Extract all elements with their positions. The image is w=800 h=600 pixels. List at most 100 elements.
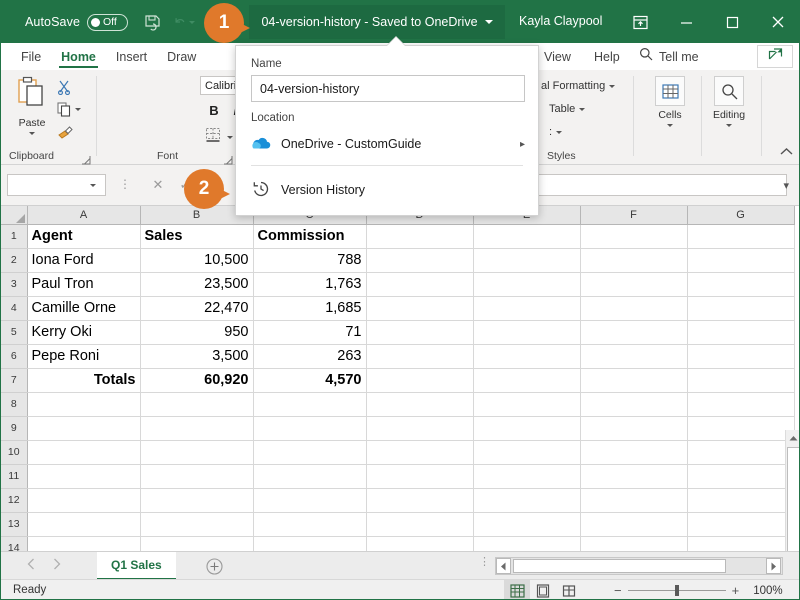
page-layout-icon[interactable] xyxy=(530,580,556,599)
plus-circle-icon[interactable] xyxy=(206,558,223,580)
cell-A10[interactable] xyxy=(27,440,141,465)
cell-F1[interactable] xyxy=(580,224,688,249)
hscroll-left-icon[interactable] xyxy=(496,558,511,574)
tab-home[interactable]: Home xyxy=(51,43,106,70)
cell-D6[interactable] xyxy=(366,344,474,369)
zoom-slider[interactable] xyxy=(627,585,726,596)
cell-G1[interactable] xyxy=(687,224,795,249)
hscroll-right-icon[interactable] xyxy=(766,558,781,574)
autosave-toggle[interactable]: Off xyxy=(87,13,129,31)
maximize-icon[interactable] xyxy=(709,1,755,43)
cell-B1[interactable]: Sales xyxy=(140,224,254,249)
cell-C4[interactable]: 1,685 xyxy=(253,296,367,321)
chevron-down-icon[interactable] xyxy=(579,107,586,111)
cell-A1[interactable]: Agent xyxy=(27,224,141,249)
row-header-10[interactable]: 10 xyxy=(1,440,28,465)
font-dialog-launcher[interactable] xyxy=(224,152,233,165)
cell-G7[interactable] xyxy=(687,368,795,393)
format-painter-button[interactable] xyxy=(57,122,87,141)
cell-E9[interactable] xyxy=(473,416,581,441)
cell-B5[interactable]: 950 xyxy=(140,320,254,345)
cell-A2[interactable]: Iona Ford xyxy=(27,248,141,273)
cell-G5[interactable] xyxy=(687,320,795,345)
cell-D10[interactable] xyxy=(366,440,474,465)
row-header-9[interactable]: 9 xyxy=(1,416,28,441)
cell-G13[interactable] xyxy=(687,512,795,537)
row-header-5[interactable]: 5 xyxy=(1,320,28,345)
minimize-icon[interactable] xyxy=(663,1,709,43)
cell-E10[interactable] xyxy=(473,440,581,465)
cell-G2[interactable] xyxy=(687,248,795,273)
horizontal-scrollbar[interactable] xyxy=(495,557,783,575)
zoom-out-button[interactable]: − xyxy=(614,583,622,598)
autosave-control[interactable]: AutoSave Off xyxy=(25,13,129,31)
row-header-6[interactable]: 6 xyxy=(1,344,28,369)
bold-button[interactable]: B xyxy=(205,100,223,121)
cell-D9[interactable] xyxy=(366,416,474,441)
cancel-x-icon[interactable]: ✕ xyxy=(149,177,167,193)
borders-caret[interactable] xyxy=(225,127,235,148)
conditional-formatting-button[interactable]: al Formatting xyxy=(541,80,616,92)
chevron-down-icon[interactable] xyxy=(484,20,493,24)
cell-styles-button[interactable]: : xyxy=(549,126,563,138)
cell-B4[interactable]: 22,470 xyxy=(140,296,254,321)
cell-B6[interactable]: 3,500 xyxy=(140,344,254,369)
cell-E1[interactable] xyxy=(473,224,581,249)
cell-E2[interactable] xyxy=(473,248,581,273)
copy-button[interactable] xyxy=(57,100,87,119)
cells-group-button[interactable]: Cells xyxy=(649,76,691,127)
tab-insert[interactable]: Insert xyxy=(106,43,157,70)
share-button[interactable] xyxy=(757,45,793,68)
ribbon-display-options-icon[interactable] xyxy=(617,1,663,43)
cell-F13[interactable] xyxy=(580,512,688,537)
row-header-11[interactable]: 11 xyxy=(1,464,28,489)
cell-F2[interactable] xyxy=(580,248,688,273)
chevron-down-icon[interactable] xyxy=(556,130,563,134)
cell-A5[interactable]: Kerry Oki xyxy=(27,320,141,345)
row-header-12[interactable]: 12 xyxy=(1,488,28,513)
cell-C2[interactable]: 788 xyxy=(253,248,367,273)
formula-bar-grip[interactable]: ⋮ xyxy=(119,177,131,191)
cell-C12[interactable] xyxy=(253,488,367,513)
zoom-in-button[interactable]: + xyxy=(732,583,740,598)
row-header-4[interactable]: 4 xyxy=(1,296,28,321)
cell-A13[interactable] xyxy=(27,512,141,537)
cell-A4[interactable]: Camille Orne xyxy=(27,296,141,321)
cell-B2[interactable]: 10,500 xyxy=(140,248,254,273)
cell-E13[interactable] xyxy=(473,512,581,537)
cell-C10[interactable] xyxy=(253,440,367,465)
cell-A11[interactable] xyxy=(27,464,141,489)
column-header-f[interactable]: F xyxy=(580,206,688,225)
cell-G10[interactable] xyxy=(687,440,795,465)
cell-F5[interactable] xyxy=(580,320,688,345)
cell-E3[interactable] xyxy=(473,272,581,297)
tell-me-box[interactable]: Tell me xyxy=(639,43,699,70)
chevron-left-icon[interactable] xyxy=(27,557,35,575)
cell-F4[interactable] xyxy=(580,296,688,321)
zoom-level-label[interactable]: 100% xyxy=(753,585,782,597)
chevron-down-icon[interactable] xyxy=(726,124,732,127)
cell-B13[interactable] xyxy=(140,512,254,537)
cell-C7[interactable]: 4,570 xyxy=(253,368,367,393)
row-header-3[interactable]: 3 xyxy=(1,272,28,297)
cell-A9[interactable] xyxy=(27,416,141,441)
normal-view-icon[interactable] xyxy=(504,580,530,599)
document-title-button[interactable]: 04-version-history - Saved to OneDrive xyxy=(249,5,505,39)
chevron-down-icon[interactable] xyxy=(609,84,616,88)
cell-F6[interactable] xyxy=(580,344,688,369)
expand-formula-bar-icon[interactable]: ▾ xyxy=(783,179,789,192)
paste-button[interactable]: Paste xyxy=(9,76,55,140)
cell-D8[interactable] xyxy=(366,392,474,417)
cell-G12[interactable] xyxy=(687,488,795,513)
row-header-13[interactable]: 13 xyxy=(1,512,28,537)
cell-G4[interactable] xyxy=(687,296,795,321)
name-box[interactable] xyxy=(7,174,106,196)
zoom-slider-thumb[interactable] xyxy=(674,585,679,596)
cell-D3[interactable] xyxy=(366,272,474,297)
cell-C1[interactable]: Commission xyxy=(253,224,367,249)
cell-F7[interactable] xyxy=(580,368,688,393)
column-header-a[interactable]: A xyxy=(27,206,141,225)
chevron-down-icon[interactable] xyxy=(75,108,81,111)
chevron-right-icon[interactable] xyxy=(53,557,61,575)
cell-E12[interactable] xyxy=(473,488,581,513)
